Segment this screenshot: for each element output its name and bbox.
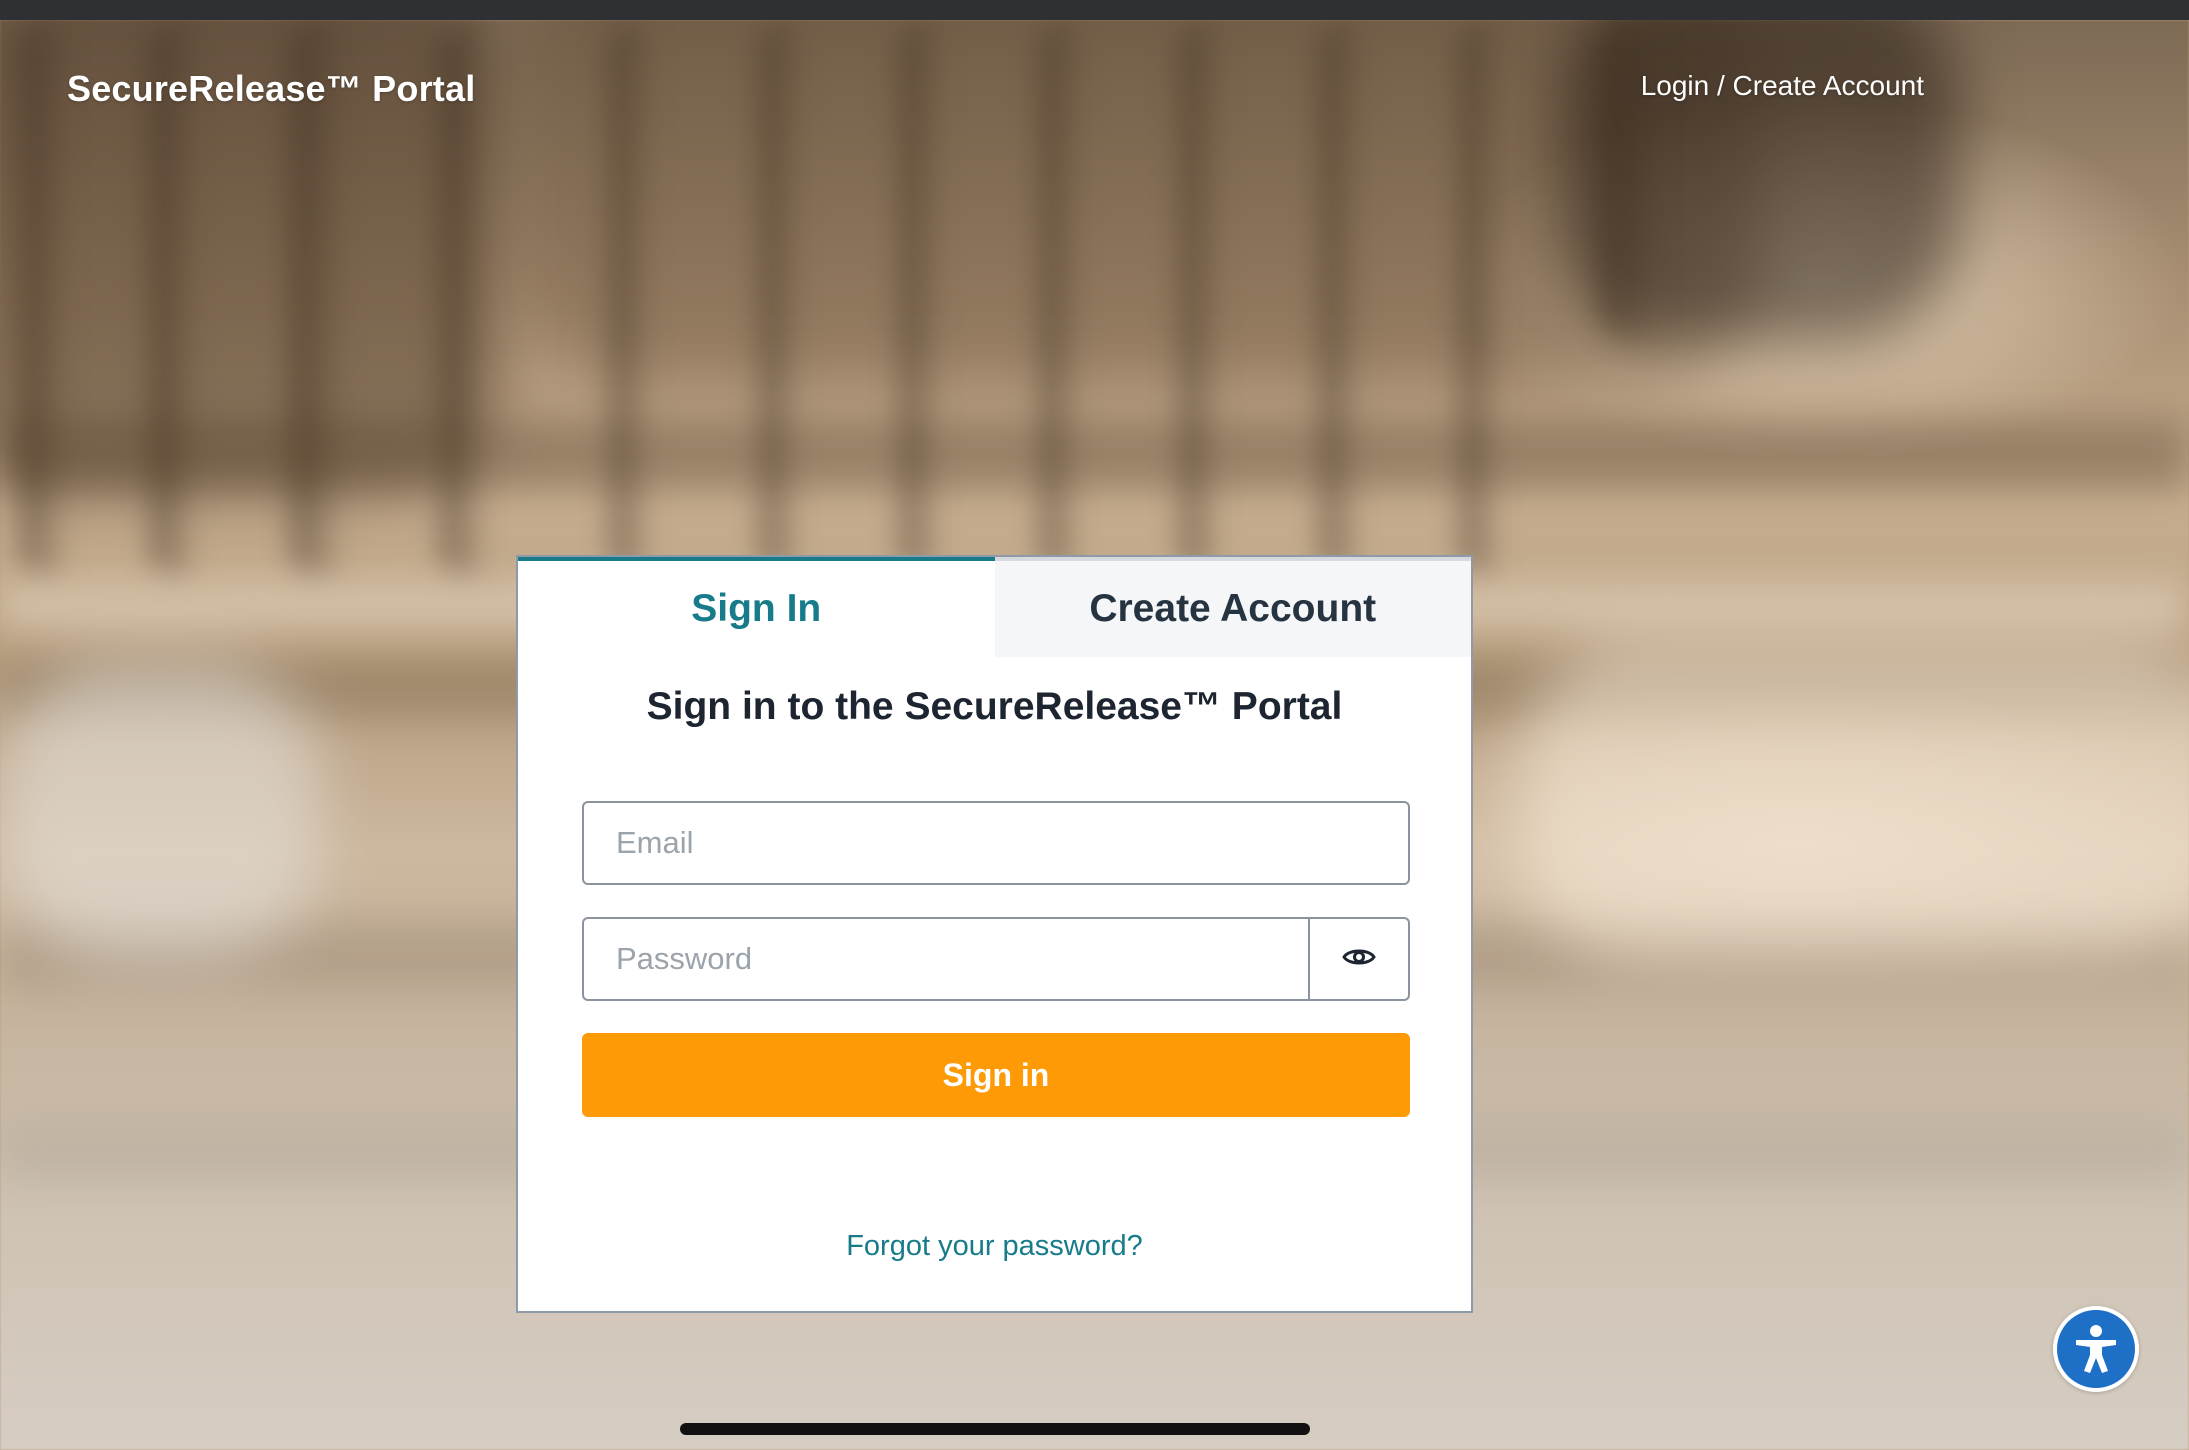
sign-in-card: Sign In Create Account Sign in to the Se…: [516, 555, 1473, 1313]
show-password-button[interactable]: [1308, 917, 1410, 1001]
tab-create-account[interactable]: Create Account: [994, 557, 1471, 657]
accessibility-icon: [2057, 1310, 2135, 1388]
login-page: SecureRelease™ Portal Login / Create Acc…: [0, 0, 2189, 1450]
forgot-password-link[interactable]: Forgot your password?: [518, 1230, 1471, 1263]
home-indicator: [680, 1423, 1310, 1435]
brand-title: SecureRelease™ Portal: [67, 68, 476, 109]
tab-sign-in[interactable]: Sign In: [518, 557, 995, 657]
email-field[interactable]: [582, 801, 1410, 885]
eye-icon: [1342, 946, 1376, 973]
sign-in-button[interactable]: Sign in: [582, 1033, 1410, 1117]
top-navigation: SecureRelease™ Portal Login / Create Acc…: [0, 20, 2189, 160]
password-field[interactable]: [582, 917, 1311, 1001]
login-create-account-link[interactable]: Login / Create Account: [1641, 70, 1924, 102]
auth-tabs: Sign In Create Account: [518, 557, 1471, 657]
status-bar: [0, 0, 2189, 20]
card-heading: Sign in to the SecureRelease™ Portal: [646, 685, 1343, 728]
accessibility-button[interactable]: [2053, 1306, 2139, 1392]
